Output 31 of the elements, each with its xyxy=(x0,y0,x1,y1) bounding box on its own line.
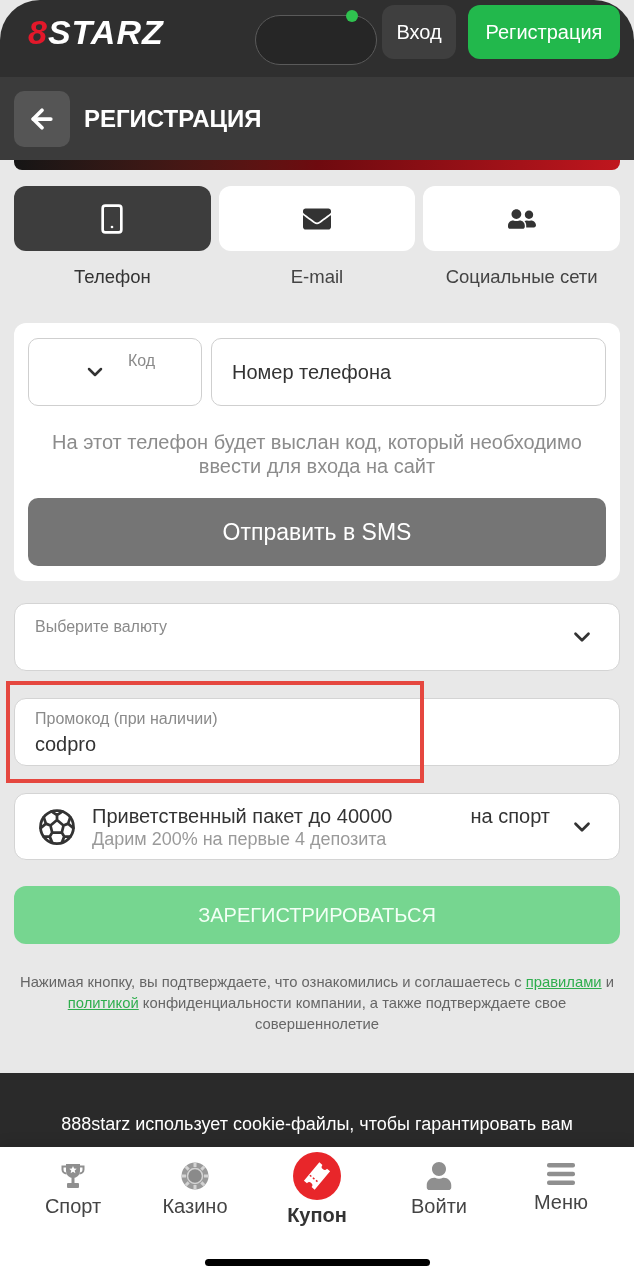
legal-text: Нажимая кнопку, вы подтверждаете, что ознакомились и соглашаетесь с правилами и политикой конфиденциальности компании, а также подтверждаете свое совершеннолетие xyxy=(18,973,616,1034)
login-button[interactable]: Вход xyxy=(382,5,456,59)
method-label: Телефон xyxy=(73,266,151,288)
page-title: РЕГИСТРАЦИЯ xyxy=(84,103,262,134)
method-label: Социальные сети xyxy=(445,266,598,288)
method-tab[interactable] xyxy=(218,186,416,251)
trophy-icon xyxy=(59,1162,87,1190)
nav-item[interactable]: Купон xyxy=(256,1147,378,1227)
bonus-select[interactable]: Приветственный пакет до 40000 на спорт Дарим 200% на первые 4 депозита xyxy=(14,793,620,860)
bonus-tag: на спорт xyxy=(470,803,550,828)
phone-field[interactable]: Номер телефона xyxy=(211,338,606,406)
brand-logo[interactable]: 8STARZ xyxy=(28,5,164,59)
method-tab[interactable] xyxy=(14,186,211,251)
method-tab[interactable] xyxy=(423,186,620,251)
nav-item[interactable]: Войти xyxy=(378,1147,500,1227)
poker-chip-icon xyxy=(181,1162,209,1190)
sms-hint: На этот телефон будет выслан код, который необходимо ввести для входа на сайт xyxy=(51,430,583,478)
nav-item[interactable]: Меню xyxy=(500,1147,622,1227)
bonus-title: Приветственный пакет до 40000 xyxy=(92,803,393,828)
ticket-icon xyxy=(293,1152,341,1200)
nav-item[interactable]: Казино xyxy=(134,1147,256,1227)
currency-select[interactable]: Выберите валюту xyxy=(14,603,620,671)
user-icon xyxy=(425,1162,453,1190)
back-button[interactable] xyxy=(14,90,70,147)
send-sms-button[interactable]: Отправить в SMS xyxy=(28,498,606,566)
cookie-text: 888starz использует cookie-файлы, чтобы гарантировать вам xyxy=(61,1113,573,1135)
bonus-subtitle: Дарим 200% на первые 4 депозита xyxy=(92,827,387,850)
promo-field[interactable]: Промокод (при наличии) codpro xyxy=(14,698,620,766)
nav-item[interactable]: Спорт xyxy=(12,1147,134,1227)
menu-icon xyxy=(547,1162,575,1186)
method-label: E-mail xyxy=(290,266,344,288)
